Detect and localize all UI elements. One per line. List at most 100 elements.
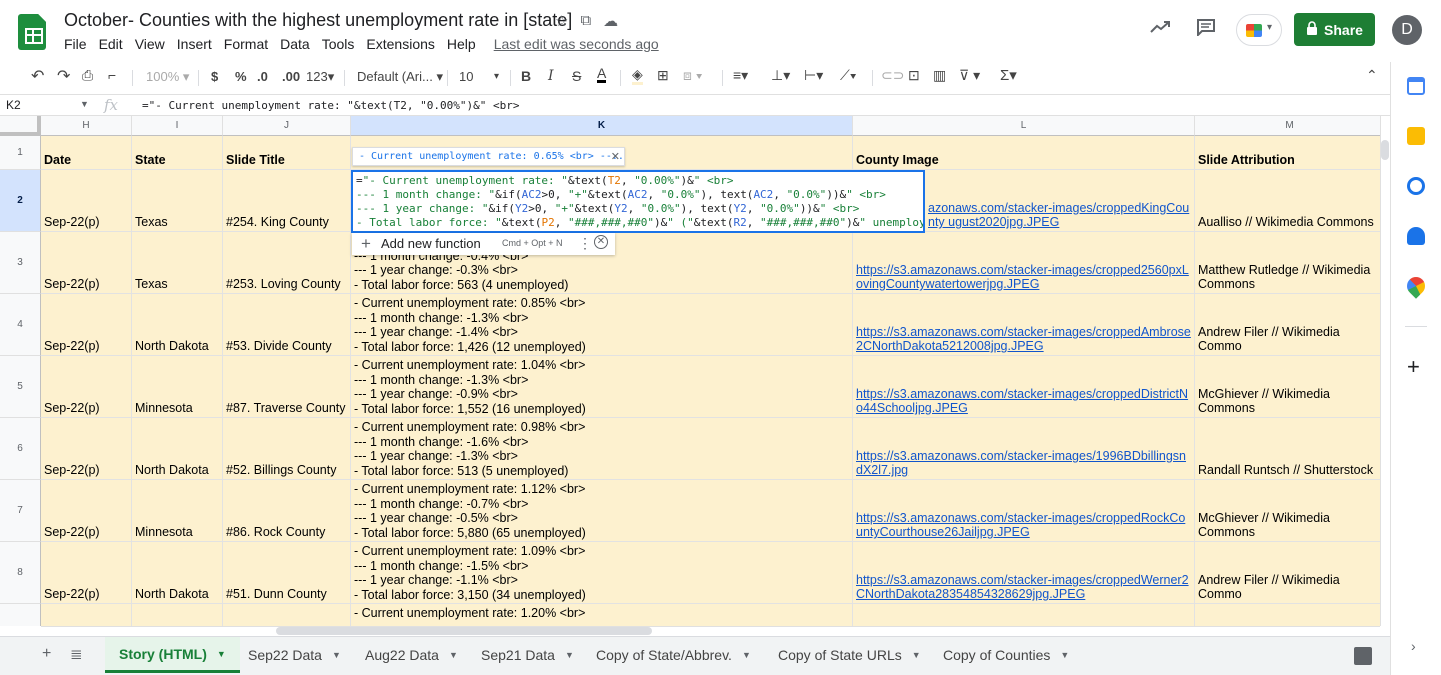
italic-button[interactable]: I [548, 68, 554, 84]
image-url[interactable]: https://s3.amazonaws.com/stacker-images/… [856, 449, 1191, 477]
state-cell[interactable]: North Dakota [132, 294, 223, 356]
document-title[interactable]: October- Counties with the highest unemp… [64, 10, 572, 31]
column-header-j[interactable]: J [223, 116, 351, 136]
cell-editor[interactable]: ="- Current unemployment rate: "&text(T2… [351, 170, 925, 233]
menu-format[interactable]: Format [224, 36, 268, 52]
tasks-icon[interactable] [1407, 177, 1425, 195]
maps-icon[interactable] [1403, 273, 1429, 299]
contacts-icon[interactable] [1407, 227, 1425, 245]
dismiss-icon[interactable]: ✕ [594, 235, 608, 249]
chevron-down-icon[interactable]: ▼ [332, 650, 341, 660]
row-header[interactable]: 7 [0, 480, 41, 542]
date-cell[interactable]: Sep-22(p) [41, 542, 132, 604]
sheet-tab[interactable]: Copy of State/Abbrev. ▼ [582, 637, 765, 673]
state-cell[interactable]: Texas [132, 170, 223, 232]
row-header[interactable]: 1 [0, 136, 41, 170]
story-html-cell[interactable]: - Current unemployment rate: 0.98% <br> -… [351, 418, 853, 480]
decrease-decimal-button[interactable]: .0 [257, 69, 268, 84]
cloud-status-icon[interactable]: ☁ [603, 12, 618, 30]
row-header[interactable]: 4 [0, 294, 41, 356]
name-box-chevron-icon[interactable]: ▼ [80, 99, 89, 109]
image-url[interactable]: https://s3.amazonaws.com/stacker-images/… [856, 573, 1191, 601]
add-function-label[interactable]: Add new function [381, 236, 481, 251]
paint-format-icon[interactable]: ⌐ [108, 67, 116, 83]
date-cell[interactable]: Sep-22(p) [41, 294, 132, 356]
name-box[interactable]: K2 [6, 98, 21, 112]
date-cell[interactable]: Sep-22(p) [41, 418, 132, 480]
sheet-tab[interactable]: Story (HTML) ▼ [105, 637, 240, 673]
attribution-cell[interactable]: Andrew Filer // Wikimedia Commo [1195, 542, 1380, 604]
keep-icon[interactable] [1407, 127, 1425, 145]
slide-title-cell[interactable]: #87. Traverse County [223, 356, 351, 418]
chevron-down-icon[interactable]: ▼ [217, 649, 226, 659]
slide-title-cell[interactable]: #52. Billings County [223, 418, 351, 480]
image-url[interactable]: https://s3.amazonaws.com/stacker-images/… [856, 511, 1191, 539]
empty-cell[interactable] [1195, 604, 1380, 626]
row-header[interactable] [0, 604, 41, 626]
slide-title-cell[interactable]: #51. Dunn County [223, 542, 351, 604]
story-html-cell[interactable]: - Current unemployment rate: 1.20% <br> [351, 604, 853, 626]
font-size-chevron-icon[interactable]: ▾ [494, 71, 499, 82]
close-icon[interactable]: ✕ [611, 150, 620, 163]
slide-title-cell[interactable]: #86. Rock County [223, 480, 351, 542]
empty-cell[interactable] [41, 604, 132, 626]
insert-chart-icon[interactable]: ▥ [933, 67, 946, 84]
add-sheet-icon[interactable]: + [42, 645, 51, 663]
merge-cells-icon[interactable]: ⧈ ▾ [683, 67, 703, 84]
get-addons-icon[interactable]: + [1407, 354, 1420, 380]
column-header-k[interactable]: K [351, 116, 853, 136]
move-folder-icon[interactable]: ⧉ [580, 12, 591, 30]
insert-link-icon[interactable]: ⊂⊃ [881, 67, 904, 84]
fill-color-icon[interactable]: ◈ [632, 67, 643, 85]
sheets-logo-icon[interactable] [18, 14, 46, 50]
header-cell[interactable]: County Image [853, 136, 1195, 170]
calendar-icon[interactable] [1407, 77, 1425, 95]
column-header-m[interactable]: M [1195, 116, 1380, 136]
comment-icon[interactable] [1196, 18, 1216, 41]
all-sheets-icon[interactable]: ≣ [70, 645, 83, 663]
story-html-cell[interactable]: - Current unemployment rate: 0.85% <br> -… [351, 294, 853, 356]
more-options-icon[interactable]: ⋮ [578, 235, 592, 252]
county-image-link[interactable]: https://s3.amazonaws.com/stacker-images/… [853, 480, 1195, 542]
empty-cell[interactable] [132, 604, 223, 626]
county-image-link[interactable]: https://s3.amazonaws.com/stacker-images/… [853, 418, 1195, 480]
menu-data[interactable]: Data [280, 36, 310, 52]
image-url[interactable]: https://s3.amazonaws.com/stacker-images/… [856, 387, 1191, 415]
insert-comment-icon[interactable]: ⊡ [908, 67, 920, 84]
vertical-align-icon[interactable]: ⊥▾ [771, 67, 790, 84]
currency-button[interactable]: $ [211, 69, 218, 84]
date-cell[interactable]: Sep-22(p) [41, 356, 132, 418]
text-color-button[interactable]: A [597, 66, 607, 83]
chevron-down-icon[interactable]: ▼ [1060, 650, 1069, 660]
state-cell[interactable]: North Dakota [132, 542, 223, 604]
star-icon[interactable]: ☆ [555, 12, 568, 30]
vertical-scroll-thumb[interactable] [1381, 140, 1389, 160]
meet-button[interactable]: ▾ [1236, 14, 1282, 46]
horizontal-scrollbar[interactable] [41, 626, 1380, 636]
state-cell[interactable]: North Dakota [132, 418, 223, 480]
share-button[interactable]: Share [1294, 13, 1375, 46]
sheet-tab[interactable]: Copy of State URLs ▼ [764, 637, 935, 673]
date-cell[interactable]: Sep-22(p) [41, 232, 132, 294]
functions-icon[interactable]: Σ▾ [1000, 66, 1017, 84]
formula-input[interactable]: ="- Current unemployment rate: "&text(T2… [142, 99, 520, 112]
story-html-cell[interactable]: - Current unemployment rate: 1.09% <br> -… [351, 542, 853, 604]
increase-decimal-button[interactable]: .00 [282, 69, 300, 84]
text-wrapping-icon[interactable]: ⊢▾ [804, 67, 823, 84]
story-html-cell[interactable]: - Current unemployment rate: 1.12% <br> -… [351, 480, 853, 542]
zoom-select[interactable]: 100% ▾ [146, 69, 189, 85]
chevron-down-icon[interactable]: ▼ [912, 650, 921, 660]
menu-view[interactable]: View [135, 36, 165, 52]
row-header[interactable]: 8 [0, 542, 41, 604]
menu-tools[interactable]: Tools [322, 36, 355, 52]
select-all-corner[interactable] [0, 116, 41, 136]
add-new-function-bar[interactable]: + Add new function Cmd + Opt + N ⋮ ✕ [352, 233, 615, 255]
last-edit-link[interactable]: Last edit was seconds ago [494, 36, 659, 52]
menu-extensions[interactable]: Extensions [366, 36, 434, 52]
sheet-tab[interactable]: Sep22 Data ▼ [234, 637, 355, 673]
explore-icon[interactable] [1354, 647, 1372, 665]
font-select[interactable]: Default (Ari... ▾ [357, 69, 443, 85]
menu-file[interactable]: File [64, 36, 87, 52]
column-header-l[interactable]: L [853, 116, 1195, 136]
chevron-down-icon[interactable]: ▼ [449, 650, 458, 660]
